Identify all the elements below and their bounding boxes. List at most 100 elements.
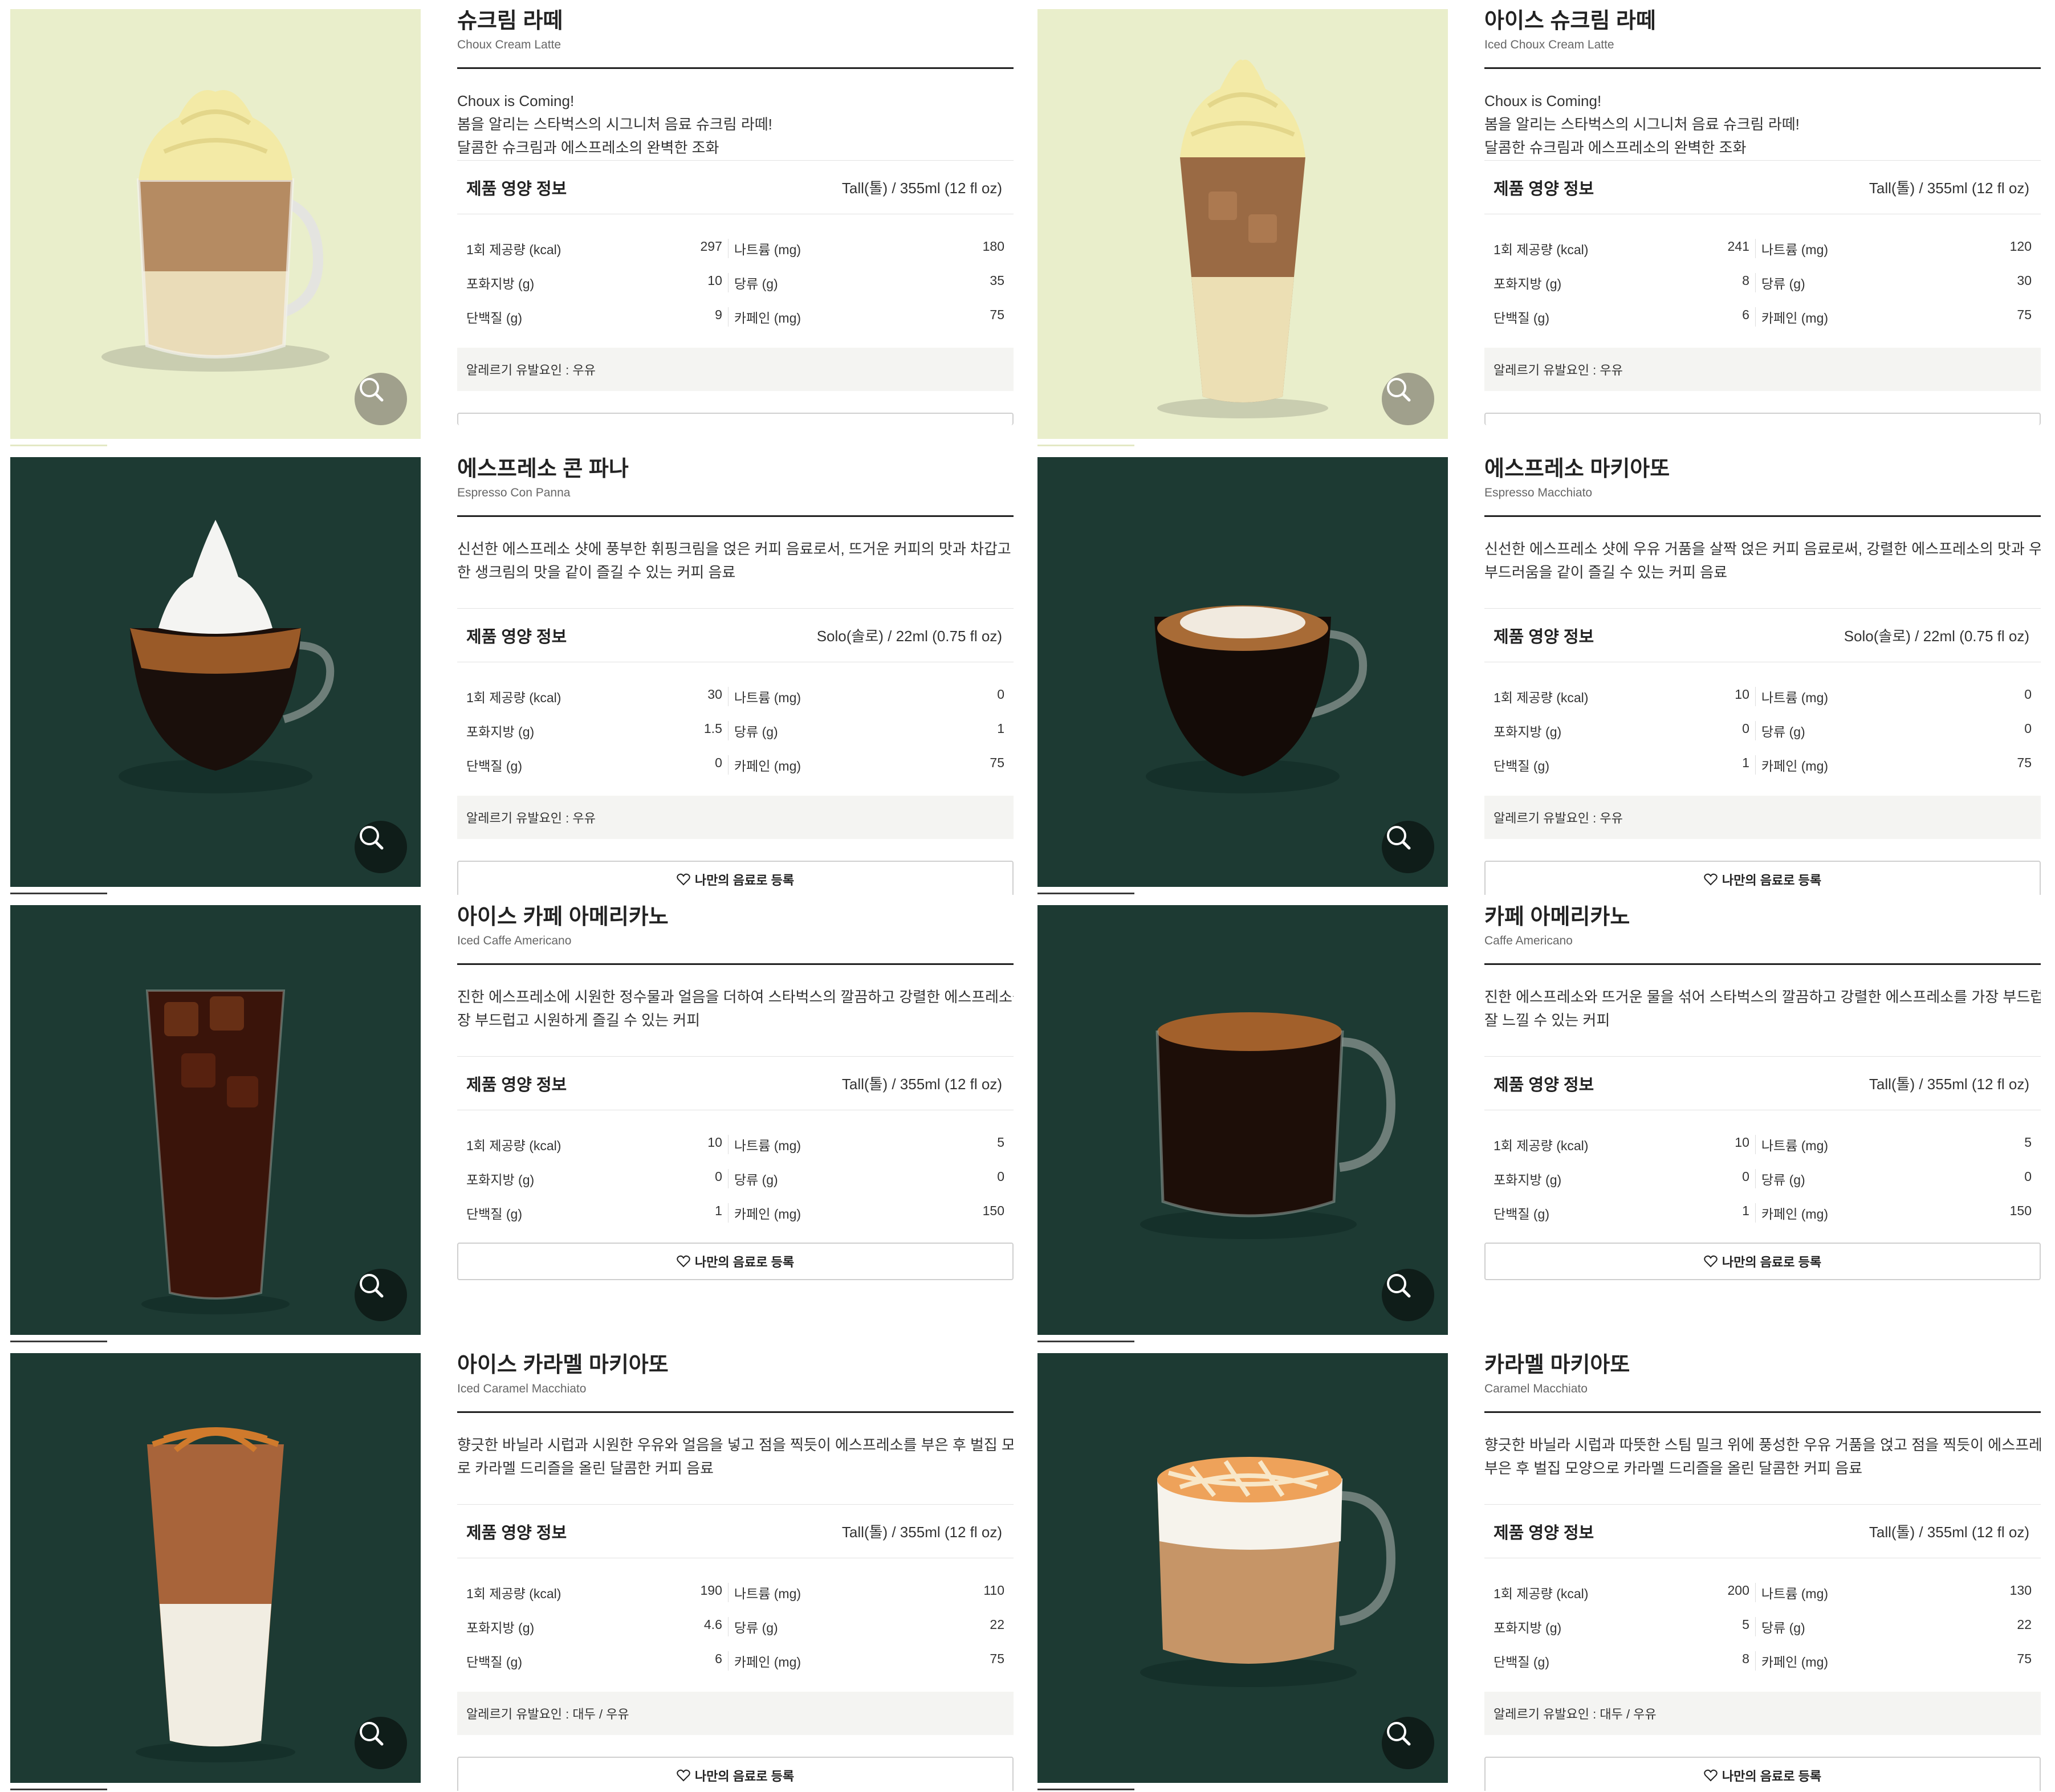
add-favorite-label: 나만의 음료로 등록 bbox=[694, 873, 795, 887]
nutrition-value: 5 bbox=[997, 1135, 1004, 1150]
nutrition-row: 단백질 (g) 0 카페인 (mg) 75 bbox=[457, 748, 1014, 782]
nutrition-satfat: 포화지방 (g) 1.5 bbox=[457, 721, 729, 740]
nutrition-label: 단백질 (g) bbox=[466, 1655, 522, 1669]
description-line: 잘 느낄 수 있는 커피 bbox=[1484, 1012, 1610, 1029]
product-card: 에스프레소 마키아또 Espresso Macchiato 신선한 에스프레소 샷에… bbox=[1027, 448, 2048, 896]
nutrition-table: 1회 제공량 (kcal) 200 나트륨 (mg) 130 포화지방 (g) 5 당류 (… bbox=[1484, 1575, 2041, 1678]
zoom-button[interactable] bbox=[355, 821, 407, 873]
nutrition-value: 75 bbox=[2017, 1651, 2032, 1666]
nutrition-title: 제품 영양 정보 bbox=[466, 180, 567, 198]
product-description: 신선한 에스프레소 샷에 우유 거품을 살짝 얹은 커피 음료로써, 강렬한 에… bbox=[1484, 537, 2041, 608]
add-favorite-button[interactable] bbox=[1484, 413, 2041, 425]
add-favorite-label: 나만의 음료로 등록 bbox=[694, 1255, 795, 1269]
allergy-info: 알레르기 유발요인 : 우유 bbox=[1484, 348, 2041, 391]
nutrition-value: 22 bbox=[990, 1617, 1004, 1632]
add-favorite-button[interactable]: 나만의 음료로 등록 bbox=[1484, 861, 2041, 895]
photo-underline bbox=[10, 445, 107, 446]
product-photo bbox=[10, 905, 421, 1335]
nutrition-value: 35 bbox=[990, 273, 1004, 288]
nutrition-label: 1회 제공량 (kcal) bbox=[466, 1586, 561, 1601]
nutrition-sugar: 당류 (g) 35 bbox=[729, 273, 1014, 292]
add-favorite-button[interactable] bbox=[457, 413, 1014, 425]
product-card: 아이스 카페 아메리카노 Iced Caffe Americano 진한 에스프레소… bbox=[0, 896, 1020, 1344]
serving-size: Tall(톨) / 355ml (12 fl oz) bbox=[841, 180, 1002, 197]
nutrition-caffeine: 카페인 (mg) 150 bbox=[1756, 1203, 2041, 1223]
nutrition-value: 0 bbox=[2024, 1169, 2032, 1184]
nutrition-table: 1회 제공량 (kcal) 10 나트륨 (mg) 0 포화지방 (g) 0 당류 (g) 0… bbox=[1484, 679, 2041, 782]
add-favorite-button[interactable]: 나만의 음료로 등록 bbox=[457, 1243, 1014, 1280]
nutrition-kcal: 1회 제공량 (kcal) 190 bbox=[457, 1583, 729, 1602]
product-description: Choux is Coming! 봄을 알리는 스타벅스의 시그니처 음료 슈크림… bbox=[457, 89, 1014, 160]
product-info: 아이스 카페 아메리카노 Iced Caffe Americano 진한 에스프레소… bbox=[457, 904, 1014, 1343]
product-photo bbox=[1037, 9, 1448, 439]
add-favorite-button[interactable]: 나만의 음료로 등록 bbox=[1484, 1757, 2041, 1791]
nutrition-value: 110 bbox=[983, 1583, 1004, 1598]
nutrition-header: 제품 영양 정보 Tall(톨) / 355ml (12 fl oz) bbox=[1484, 1057, 2041, 1110]
nutrition-header: 제품 영양 정보 Tall(톨) / 355ml (12 fl oz) bbox=[457, 1057, 1014, 1110]
description-line: 봄을 알리는 스타벅스의 시그니처 음료 슈크림 라떼! bbox=[457, 116, 772, 133]
product-name-en: Iced Caffe Americano bbox=[457, 934, 572, 947]
nutrition-label: 당류 (g) bbox=[1761, 724, 1805, 739]
nutrition-row: 단백질 (g) 6 카페인 (mg) 75 bbox=[1484, 300, 2041, 334]
add-favorite-label: 나만의 음료로 등록 bbox=[1722, 1255, 1822, 1269]
product-description: 진한 에스프레소와 뜨거운 물을 섞어 스타벅스의 깔끔하고 강렬한 에스프레소… bbox=[1484, 985, 2041, 1056]
magnifier-icon bbox=[360, 826, 384, 850]
nutrition-header: 제품 영양 정보 Tall(톨) / 355ml (12 fl oz) bbox=[457, 1505, 1014, 1558]
nutrition-label: 단백질 (g) bbox=[1494, 1655, 1549, 1669]
title-divider bbox=[457, 963, 1014, 965]
zoom-button[interactable] bbox=[1382, 373, 1434, 425]
product-name-en: Caramel Macchiato bbox=[1484, 1382, 1588, 1395]
nutrition-sugar: 당류 (g) 22 bbox=[729, 1617, 1014, 1636]
nutrition-label: 나트륨 (mg) bbox=[1761, 690, 1829, 705]
nutrition-value: 1 bbox=[1742, 1203, 1749, 1218]
nutrition-value: 0 bbox=[715, 755, 722, 770]
nutrition-caffeine: 카페인 (mg) 75 bbox=[729, 307, 1014, 327]
nutrition-label: 당류 (g) bbox=[1761, 1620, 1805, 1635]
nutrition-row: 1회 제공량 (kcal) 10 나트륨 (mg) 0 bbox=[1484, 679, 2041, 714]
nutrition-row: 1회 제공량 (kcal) 10 나트륨 (mg) 5 bbox=[457, 1127, 1014, 1162]
nutrition-sugar: 당류 (g) 30 bbox=[1756, 273, 2041, 292]
nutrition-sodium: 나트륨 (mg) 0 bbox=[729, 687, 1014, 706]
magnifier-icon bbox=[1387, 1722, 1411, 1746]
nutrition-satfat: 포화지방 (g) 5 bbox=[1484, 1617, 1756, 1636]
heart-icon bbox=[1704, 1255, 1718, 1268]
add-favorite-button[interactable]: 나만의 음료로 등록 bbox=[457, 1757, 1014, 1791]
nutrition-value: 0 bbox=[2024, 721, 2032, 736]
zoom-button[interactable] bbox=[1382, 821, 1434, 873]
zoom-button[interactable] bbox=[1382, 1717, 1434, 1769]
nutrition-value: 200 bbox=[1727, 1583, 1749, 1598]
allergy-info: 알레르기 유발요인 : 우유 bbox=[457, 348, 1014, 391]
nutrition-row: 1회 제공량 (kcal) 297 나트륨 (mg) 180 bbox=[457, 231, 1014, 266]
nutrition-kcal: 1회 제공량 (kcal) 10 bbox=[457, 1135, 729, 1154]
nutrition-value: 4.6 bbox=[703, 1617, 722, 1632]
zoom-button[interactable] bbox=[1382, 1269, 1434, 1321]
nutrition-label: 카페인 (mg) bbox=[734, 1655, 801, 1669]
nutrition-value: 0 bbox=[1742, 1169, 1749, 1184]
photo-underline bbox=[10, 1341, 107, 1342]
zoom-button[interactable] bbox=[355, 373, 407, 425]
nutrition-row: 단백질 (g) 1 카페인 (mg) 150 bbox=[1484, 1196, 2041, 1230]
nutrition-value: 0 bbox=[997, 687, 1004, 702]
product-name: 에스프레소 콘 파나 bbox=[457, 457, 629, 481]
product-description: 신선한 에스프레소 샷에 풍부한 휘핑크림을 얹은 커피 음료로서, 뜨거운 커… bbox=[457, 537, 1014, 608]
nutrition-row: 1회 제공량 (kcal) 200 나트륨 (mg) 130 bbox=[1484, 1575, 2041, 1610]
nutrition-value: 1 bbox=[1742, 755, 1749, 770]
nutrition-satfat: 포화지방 (g) 0 bbox=[1484, 721, 1756, 740]
nutrition-sugar: 당류 (g) 0 bbox=[729, 1169, 1014, 1188]
nutrition-row: 포화지방 (g) 5 당류 (g) 22 bbox=[1484, 1610, 2041, 1644]
nutrition-sodium: 나트륨 (mg) 0 bbox=[1756, 687, 2041, 706]
zoom-button[interactable] bbox=[355, 1717, 407, 1769]
zoom-button[interactable] bbox=[355, 1269, 407, 1321]
nutrition-value: 8 bbox=[1742, 273, 1749, 288]
nutrition-caffeine: 카페인 (mg) 75 bbox=[729, 755, 1014, 775]
nutrition-value: 75 bbox=[990, 755, 1004, 770]
nutrition-label: 1회 제공량 (kcal) bbox=[1494, 1138, 1589, 1153]
product-photo bbox=[1037, 457, 1448, 887]
nutrition-value: 10 bbox=[1735, 1135, 1749, 1150]
heart-icon bbox=[677, 873, 690, 886]
product-photo bbox=[1037, 905, 1448, 1335]
nutrition-label: 카페인 (mg) bbox=[1761, 1655, 1829, 1669]
add-favorite-button[interactable]: 나만의 음료로 등록 bbox=[1484, 1243, 2041, 1280]
nutrition-row: 포화지방 (g) 0 당류 (g) 0 bbox=[457, 1162, 1014, 1196]
add-favorite-button[interactable]: 나만의 음료로 등록 bbox=[457, 861, 1014, 895]
